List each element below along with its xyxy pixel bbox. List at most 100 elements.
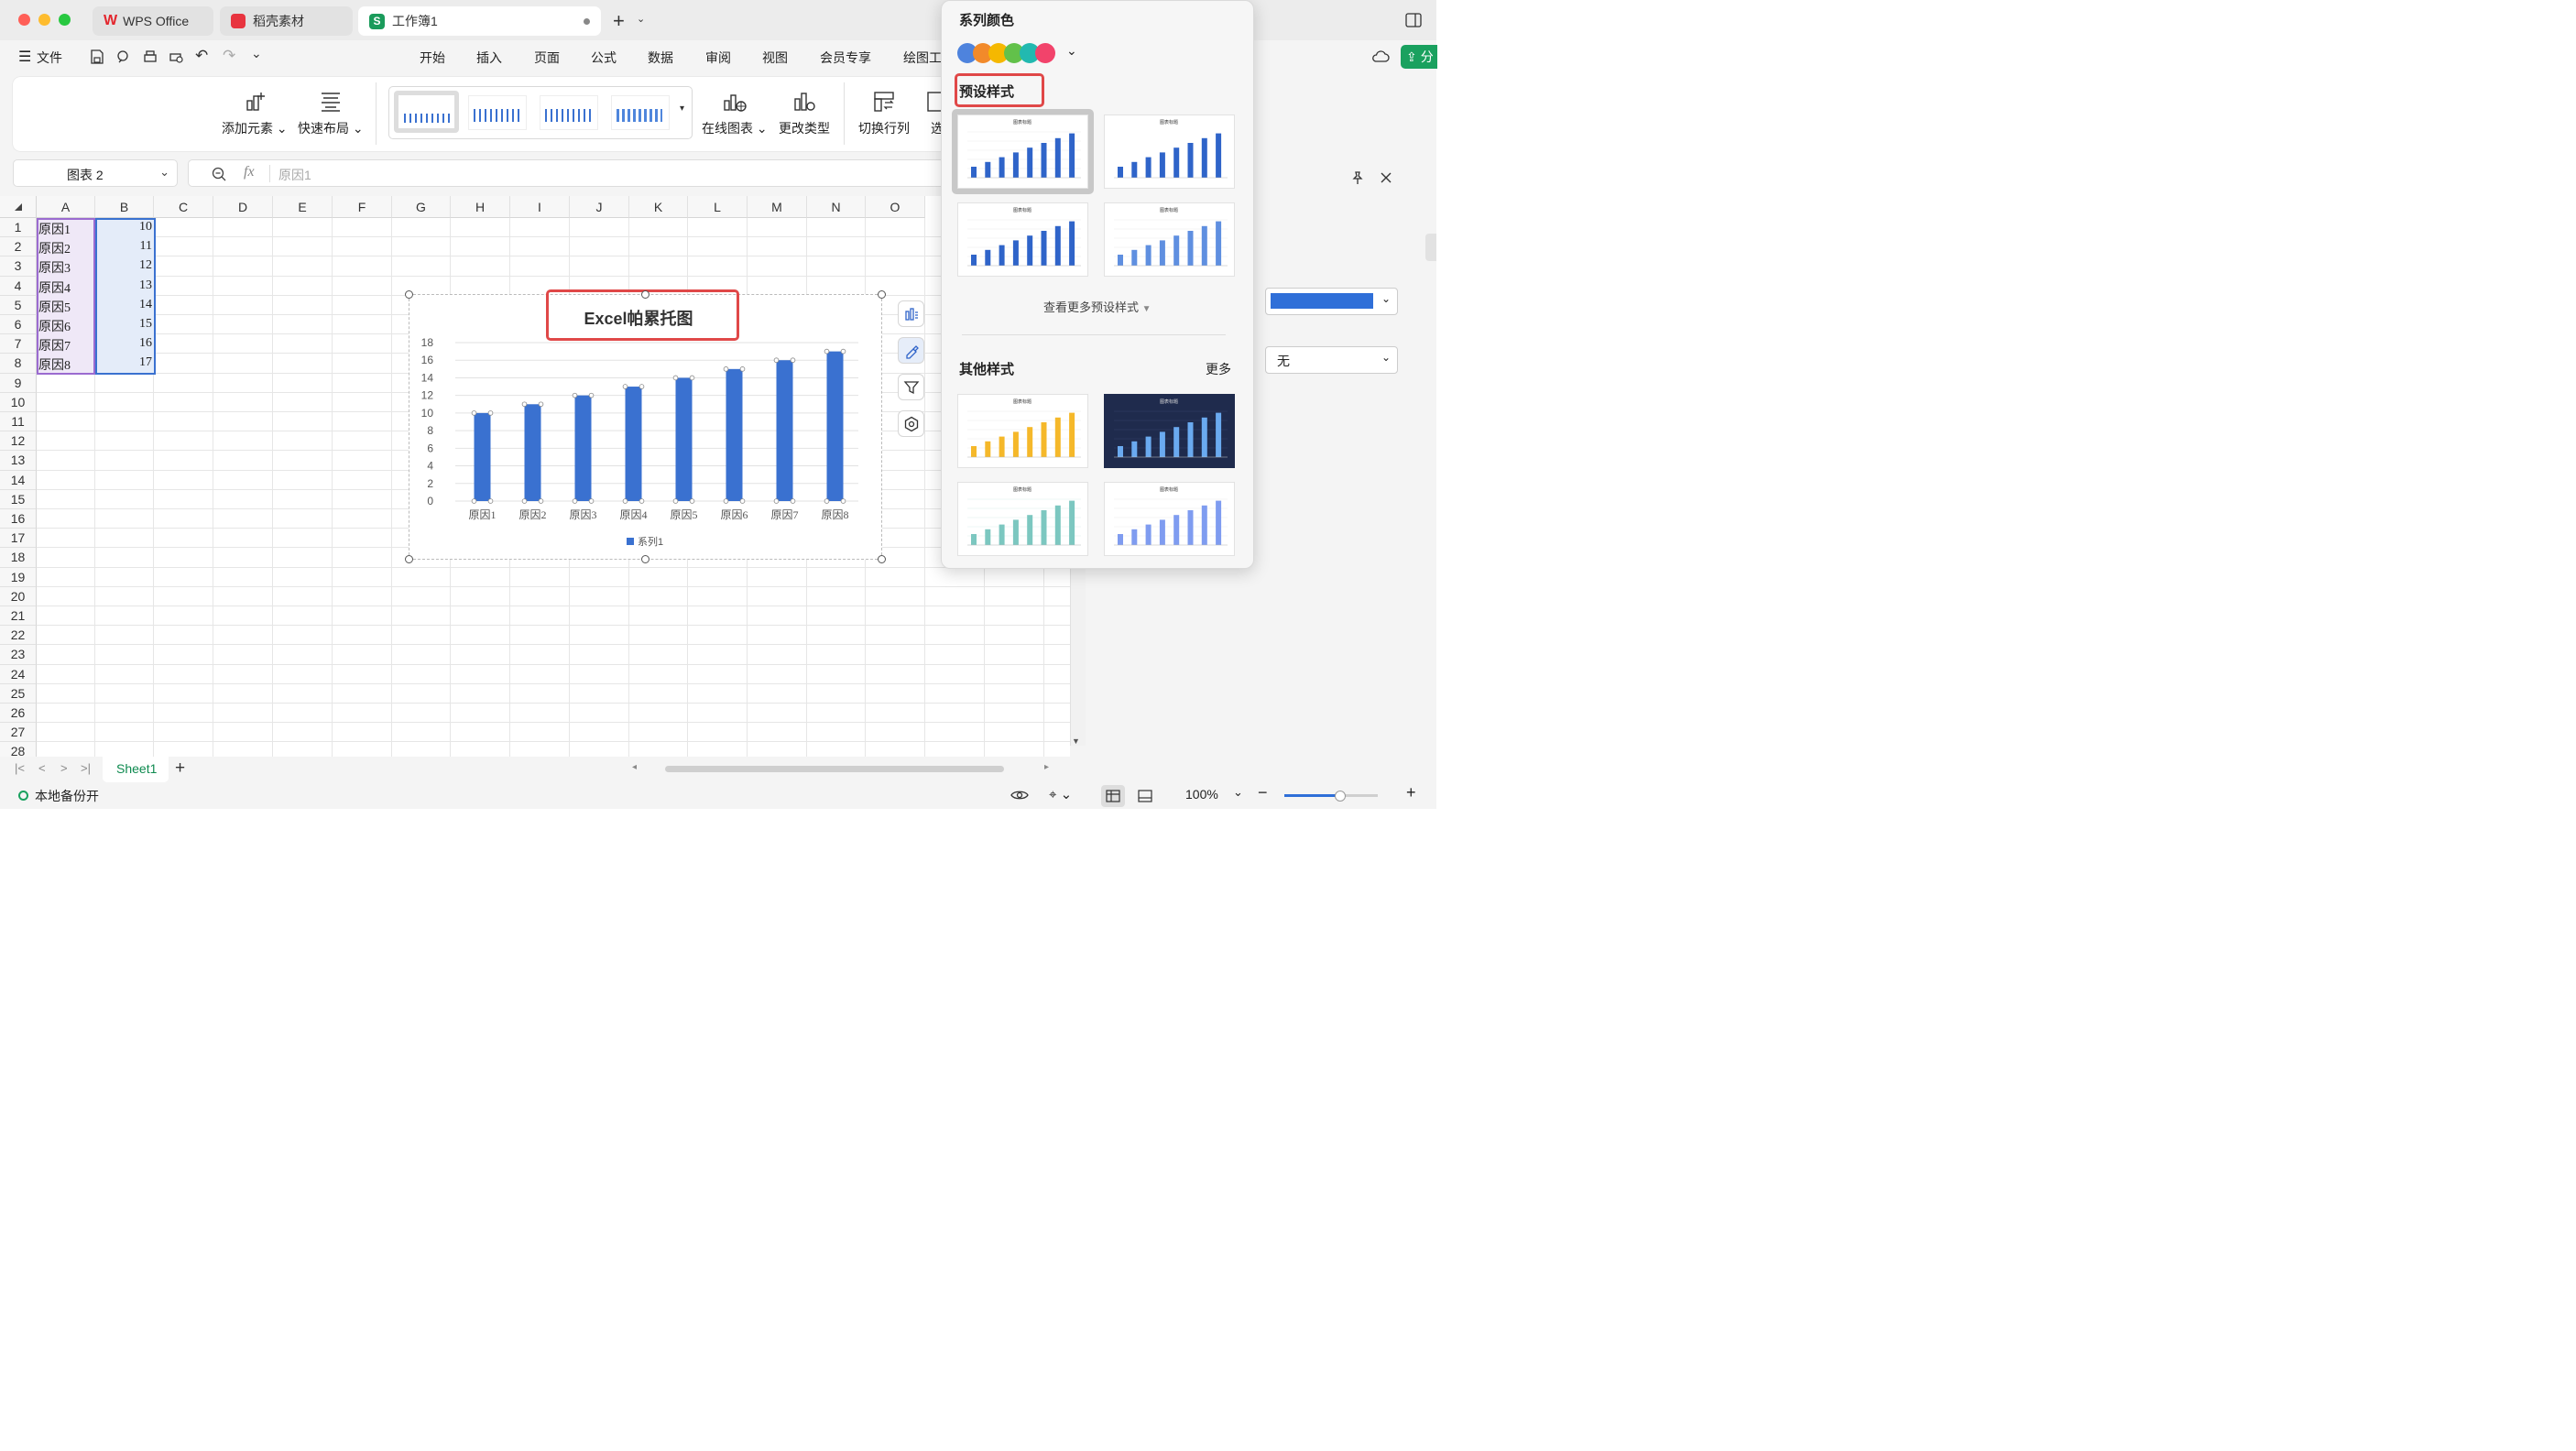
zoom-in-icon[interactable]: + (1406, 783, 1416, 802)
gallery-style-2[interactable] (468, 95, 527, 130)
sheet-tab-sheet1[interactable]: Sheet1 (103, 757, 169, 782)
cell-b5[interactable]: 14 (97, 298, 152, 312)
scroll-down-icon[interactable]: ▼ (1072, 736, 1080, 746)
print-preview-icon[interactable] (169, 49, 185, 65)
first-sheet-icon[interactable]: |< (15, 761, 25, 775)
preset-style-1[interactable]: 图表标题 (952, 109, 1094, 194)
tab-workbook1[interactable]: S 工作簿1 (358, 6, 601, 36)
row-header-19[interactable]: 19 (0, 567, 37, 587)
save-icon[interactable] (89, 49, 105, 65)
fx-icon[interactable]: fx (244, 164, 255, 180)
cell-a6[interactable]: 原因6 (38, 317, 93, 335)
column-header-f[interactable]: F (333, 196, 392, 218)
online-chart-button[interactable]: 在线图表 ⌄ (702, 90, 768, 137)
cell-a8[interactable]: 原因8 (38, 355, 93, 374)
name-box[interactable]: 图表 2 ⌄ (13, 159, 178, 187)
chevron-down-icon[interactable]: ⌄ (1233, 785, 1243, 800)
close-window-button[interactable] (18, 14, 30, 26)
row-header-10[interactable]: 10 (0, 392, 37, 412)
gallery-style-1[interactable] (394, 91, 459, 133)
row-header-2[interactable]: 2 (0, 237, 37, 257)
eye-protection-icon[interactable] (1010, 789, 1029, 802)
share-button[interactable]: ⇪ 分 (1401, 45, 1437, 69)
export-icon[interactable] (115, 49, 132, 65)
row-header-4[interactable]: 4 (0, 276, 37, 296)
cloud-icon[interactable] (1371, 49, 1390, 65)
bar-原因8[interactable] (826, 351, 844, 501)
formula-bar[interactable]: fx 原因1 (188, 159, 948, 187)
hscroll-left-icon[interactable]: ◂ (632, 762, 637, 772)
menu-member[interactable]: 会员专享 (820, 49, 871, 67)
resize-handle[interactable] (405, 555, 413, 563)
chevron-down-icon[interactable]: ⌄ (637, 13, 645, 25)
resize-handle[interactable] (405, 290, 413, 299)
preset-style-4[interactable]: 图表标题 (1104, 202, 1235, 277)
bar-原因2[interactable] (524, 404, 541, 501)
row-header-6[interactable]: 6 (0, 315, 37, 335)
menu-review[interactable]: 审阅 (705, 49, 731, 67)
more-styles-link[interactable]: 更多 (1206, 360, 1231, 378)
last-sheet-icon[interactable]: >| (81, 761, 91, 775)
cell-a2[interactable]: 原因2 (38, 239, 93, 257)
chevron-down-icon[interactable]: ⌄ (1066, 43, 1077, 59)
column-header-c[interactable]: C (154, 196, 213, 218)
row-header-9[interactable]: 9 (0, 373, 37, 393)
next-sheet-icon[interactable]: > (60, 761, 68, 775)
row-header-21[interactable]: 21 (0, 606, 37, 627)
change-type-button[interactable]: 更改类型 (779, 90, 830, 137)
other-style-yellow[interactable]: 图表标题 (957, 394, 1088, 468)
print-icon[interactable] (142, 49, 158, 65)
zoom-slider[interactable] (1284, 791, 1378, 802)
column-header-g[interactable]: G (392, 196, 451, 218)
bar-原因5[interactable] (675, 377, 693, 501)
select-all-corner[interactable] (0, 196, 37, 218)
legend-label[interactable]: 系列1 (638, 535, 663, 548)
chart-filter-button[interactable] (898, 374, 924, 400)
formula-input[interactable]: 原因1 (278, 166, 311, 184)
menu-file[interactable]: 文件 (37, 49, 62, 67)
cell-b4[interactable]: 13 (97, 278, 152, 293)
resize-handle[interactable] (641, 290, 649, 299)
column-header-h[interactable]: H (451, 196, 510, 218)
column-header-e[interactable]: E (273, 196, 333, 218)
other-style-teal[interactable]: 图表标题 (957, 482, 1088, 556)
gallery-style-3[interactable] (540, 95, 598, 130)
bar-原因3[interactable] (574, 395, 592, 501)
other-style-periwinkle[interactable]: 图表标题 (1104, 482, 1235, 556)
fill-color-dropdown[interactable]: ⌄ (1265, 288, 1398, 315)
menu-drawing-tools[interactable]: 绘图工 (903, 49, 942, 67)
bar-原因4[interactable] (625, 387, 642, 501)
horizontal-scrollbar[interactable] (665, 766, 1004, 772)
add-sheet-icon[interactable]: + (175, 758, 185, 779)
side-tab[interactable] (1425, 234, 1436, 261)
cell-a1[interactable]: 原因1 (38, 220, 93, 238)
line-style-dropdown[interactable]: 无 ⌄ (1265, 346, 1398, 374)
backup-status-label[interactable]: 本地备份开 (35, 787, 99, 805)
more-presets-link[interactable]: 查看更多预设样式 ▼ (1043, 298, 1152, 315)
menu-home[interactable]: 开始 (420, 49, 445, 67)
resize-handle[interactable] (878, 555, 886, 563)
chart-style-button[interactable] (898, 337, 924, 364)
row-header-24[interactable]: 24 (0, 664, 37, 684)
resize-handle[interactable] (641, 555, 649, 563)
cell-b3[interactable]: 12 (97, 258, 152, 273)
sidebar-toggle-icon[interactable] (1405, 13, 1422, 27)
menu-formula[interactable]: 公式 (591, 49, 617, 67)
row-header-3[interactable]: 3 (0, 256, 37, 277)
row-header-28[interactable]: 28 (0, 742, 37, 757)
column-header-o[interactable]: O (866, 196, 925, 218)
row-header-7[interactable]: 7 (0, 334, 37, 355)
row-header-25[interactable]: 25 (0, 683, 37, 704)
close-pane-icon[interactable] (1379, 170, 1393, 185)
maximize-window-button[interactable] (59, 14, 71, 26)
more-chevron-icon[interactable]: ⌄ (251, 46, 262, 61)
row-header-23[interactable]: 23 (0, 645, 37, 665)
column-header-m[interactable]: M (748, 196, 807, 218)
zoom-slider-thumb[interactable] (1335, 791, 1346, 802)
page-layout-icon[interactable] (1138, 790, 1152, 802)
undo-icon[interactable]: ↶ (195, 47, 208, 65)
row-header-1[interactable]: 1 (0, 218, 37, 238)
cell-b2[interactable]: 11 (97, 239, 152, 254)
row-header-8[interactable]: 8 (0, 354, 37, 374)
row-header-22[interactable]: 22 (0, 626, 37, 646)
